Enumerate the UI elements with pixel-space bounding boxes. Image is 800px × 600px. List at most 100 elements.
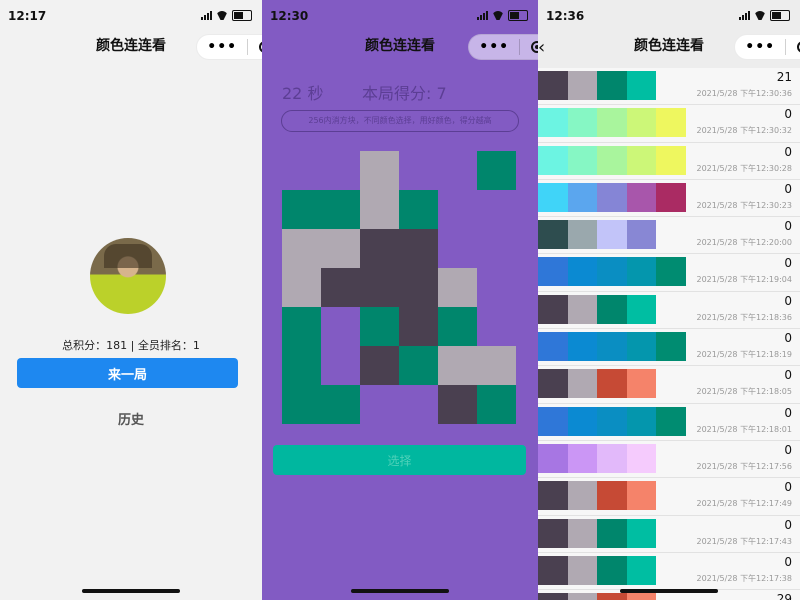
color-swatch — [626, 555, 656, 585]
grid-cell[interactable] — [477, 346, 516, 385]
grid-cell[interactable] — [360, 346, 399, 385]
grid-cell[interactable] — [282, 307, 321, 346]
grid-cell[interactable] — [399, 190, 438, 229]
history-row[interactable]: 0 2021/5/28 下午12:18:36 — [538, 291, 800, 330]
palette-swatches — [538, 369, 656, 399]
grid-cell-empty — [438, 229, 477, 268]
history-score: 0 — [784, 293, 792, 308]
color-swatch — [567, 593, 597, 600]
history-date: 2021/5/28 下午12:17:38 — [696, 573, 793, 583]
color-swatch — [626, 518, 656, 548]
grid-cell[interactable] — [438, 307, 477, 346]
grid-cell[interactable] — [321, 229, 360, 268]
color-swatch — [538, 406, 568, 436]
history-score: 0 — [784, 219, 792, 234]
history-link[interactable]: 历史 — [0, 409, 262, 428]
signal-icon — [739, 11, 750, 20]
grid-cell-empty — [399, 385, 438, 424]
history-row[interactable]: 0 2021/5/28 下午12:30:28 — [538, 142, 800, 180]
color-swatch — [567, 108, 597, 138]
capsule-divider — [247, 39, 249, 55]
history-date: 2021/5/28 下午12:17:56 — [696, 461, 793, 471]
grid-cell[interactable] — [438, 346, 477, 385]
color-grid[interactable] — [282, 151, 516, 424]
grid-cell[interactable] — [477, 151, 516, 190]
grid-cell[interactable] — [360, 307, 399, 346]
grid-cell[interactable] — [399, 307, 438, 346]
grid-cell[interactable] — [321, 268, 360, 307]
grid-cell[interactable] — [282, 268, 321, 307]
wifi-icon — [754, 11, 766, 20]
grid-cell[interactable] — [282, 346, 321, 385]
history-score: 0 — [784, 368, 792, 383]
more-icon[interactable]: ••• — [207, 39, 237, 55]
history-date: 2021/5/28 下午12:20:00 — [696, 238, 793, 248]
color-swatch — [538, 332, 568, 362]
grid-cell[interactable] — [321, 190, 360, 229]
grid-cell[interactable] — [438, 268, 477, 307]
grid-cell-empty — [477, 190, 516, 229]
close-miniapp-icon[interactable] — [530, 41, 538, 53]
grid-cell[interactable] — [282, 190, 321, 229]
grid-cell[interactable] — [399, 346, 438, 385]
grid-cell[interactable] — [399, 229, 438, 268]
color-swatch — [597, 481, 627, 511]
history-row[interactable]: 0 2021/5/28 下午12:18:05 — [538, 366, 800, 404]
grid-cell[interactable] — [360, 268, 399, 307]
palette-swatches — [538, 145, 686, 175]
history-score: 0 — [784, 107, 792, 122]
color-swatch — [626, 294, 656, 324]
color-swatch — [567, 443, 597, 473]
history-row[interactable]: 0 2021/5/28 下午12:30:23 — [538, 179, 800, 218]
grid-cell[interactable] — [360, 151, 399, 190]
select-button[interactable]: 选择 — [273, 445, 526, 475]
grid-cell[interactable] — [360, 229, 399, 268]
grid-cell-empty — [321, 307, 360, 346]
grid-cell[interactable] — [399, 268, 438, 307]
grid-cell[interactable] — [321, 385, 360, 424]
color-swatch — [626, 481, 656, 511]
history-row[interactable]: 0 2021/5/28 下午12:19:04 — [538, 254, 800, 292]
more-icon[interactable]: ••• — [745, 39, 775, 55]
history-date: 2021/5/28 下午12:17:43 — [696, 536, 793, 546]
grid-cell[interactable] — [438, 385, 477, 424]
color-swatch — [626, 182, 656, 212]
play-button[interactable]: 来一局 — [17, 358, 238, 388]
battery-icon — [232, 10, 252, 21]
capsule-divider — [519, 39, 521, 55]
history-row[interactable]: 0 2021/5/28 下午12:30:32 — [538, 105, 800, 143]
more-icon[interactable]: ••• — [479, 39, 509, 55]
grid-cell[interactable] — [282, 229, 321, 268]
history-date: 2021/5/28 下午12:30:36 — [696, 89, 793, 98]
palette-swatches — [538, 182, 686, 212]
color-swatch — [567, 220, 597, 250]
history-row[interactable]: 0 2021/5/28 下午12:17:38 — [538, 552, 800, 591]
history-row[interactable]: 0 2021/5/28 下午12:17:49 — [538, 478, 800, 516]
color-swatch — [538, 108, 568, 138]
grid-cell-empty — [321, 151, 360, 190]
avatar — [90, 238, 166, 314]
grid-cell[interactable] — [282, 385, 321, 424]
history-date: 2021/5/28 下午12:18:36 — [696, 312, 793, 322]
color-swatch — [538, 182, 568, 212]
color-swatch — [626, 369, 656, 399]
color-swatch — [597, 555, 627, 585]
game-screen: 12:30 颜色连连看 ••• 22 秒 本局得分: 7 256内消方块，不同颜… — [262, 0, 538, 600]
history-row[interactable]: 0 2021/5/28 下午12:17:43 — [538, 515, 800, 553]
history-row[interactable]: 0 2021/5/28 下午12:18:01 — [538, 403, 800, 441]
history-row[interactable]: 0 2021/5/28 下午12:20:00 — [538, 217, 800, 255]
miniapp-capsule: ••• — [468, 34, 538, 60]
grid-cell[interactable] — [477, 385, 516, 424]
grid-cell-empty — [321, 346, 360, 385]
color-swatch — [538, 257, 568, 287]
history-row[interactable]: 0 2021/5/28 下午12:17:56 — [538, 440, 800, 479]
history-row[interactable]: 0 2021/5/28 下午12:18:19 — [538, 329, 800, 367]
color-swatch — [626, 71, 656, 100]
color-swatch — [567, 182, 597, 212]
color-swatch — [597, 332, 627, 362]
grid-cell[interactable] — [360, 190, 399, 229]
color-swatch — [626, 257, 656, 287]
color-swatch — [656, 182, 686, 212]
history-row[interactable]: 21 2021/5/28 下午12:30:36 — [538, 68, 800, 106]
status-time: 12:36 — [546, 9, 585, 23]
